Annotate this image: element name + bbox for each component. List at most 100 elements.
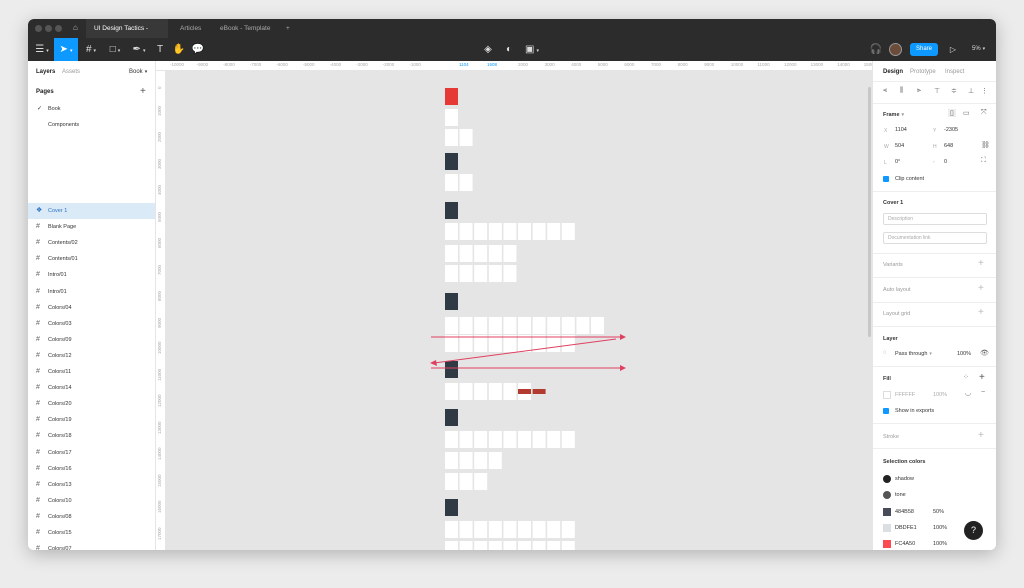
align-bottom-icon[interactable]: ⊥: [968, 87, 974, 95]
layer-item[interactable]: # Colors/07: [28, 541, 155, 550]
page-frame-thumbnail[interactable]: [474, 521, 488, 538]
layer-item[interactable]: # Colors/16: [28, 461, 155, 477]
layer-item[interactable]: # Colors/18: [28, 428, 155, 444]
page-frame-thumbnail[interactable]: [445, 521, 458, 538]
page-frame-thumbnail[interactable]: [459, 223, 473, 240]
add-variant-icon[interactable]: +: [978, 258, 984, 269]
page-frame-thumbnail[interactable]: [503, 335, 517, 352]
distribute-icon[interactable]: ⋮: [981, 87, 988, 95]
color-swatch[interactable]: [883, 491, 891, 500]
align-center-icon[interactable]: ⫼: [900, 87, 903, 95]
layer-item[interactable]: # Blank Page: [28, 219, 155, 235]
page-frame-thumbnail[interactable]: [459, 317, 473, 334]
vertical-scrollbar[interactable]: [868, 87, 871, 337]
add-auto-layout-icon[interactable]: +: [978, 283, 984, 294]
layer-item[interactable]: # Contents/02: [28, 235, 155, 251]
page-frame-thumbnail[interactable]: [474, 452, 488, 469]
page-frame-thumbnail[interactable]: [547, 335, 561, 352]
close-window-button[interactable]: [35, 25, 42, 32]
w-field[interactable]: 504: [895, 143, 904, 149]
page-frame-thumbnail[interactable]: [547, 223, 561, 240]
page-frame-thumbnail[interactable]: [474, 223, 488, 240]
page-frame-thumbnail[interactable]: [445, 88, 458, 105]
page-frame-thumbnail[interactable]: [445, 473, 458, 490]
page-frame-thumbnail[interactable]: [503, 521, 517, 538]
visibility-icon[interactable]: 👁: [980, 349, 989, 357]
page-frame-thumbnail[interactable]: [488, 431, 502, 448]
add-stroke-icon[interactable]: +: [978, 430, 984, 441]
page-frame-thumbnail[interactable]: [488, 265, 502, 282]
rotation-field[interactable]: 0°: [895, 159, 900, 165]
fill-hex-field[interactable]: FFFFFF: [895, 392, 915, 398]
page-frame-thumbnail[interactable]: [576, 317, 590, 334]
page-frame-thumbnail[interactable]: [459, 129, 473, 146]
component-icon[interactable]: ◈: [480, 38, 496, 61]
page-frame-thumbnail[interactable]: [459, 541, 473, 550]
layer-item[interactable]: # Colors/09: [28, 332, 155, 348]
boolean-icon[interactable]: ▣ ▾: [522, 38, 542, 61]
independent-corners-icon[interactable]: ⛶: [981, 157, 986, 165]
page-frame-thumbnail[interactable]: [474, 245, 488, 262]
layer-item[interactable]: # Colors/19: [28, 412, 155, 428]
page-frame-thumbnail[interactable]: [488, 452, 502, 469]
fill-visibility-icon[interactable]: ◡: [965, 389, 971, 397]
page-frame-thumbnail[interactable]: [445, 293, 458, 310]
color-swatch[interactable]: [883, 540, 891, 549]
canvas[interactable]: [166, 71, 872, 550]
page-frame-thumbnail[interactable]: [474, 265, 488, 282]
page-frame-thumbnail[interactable]: [591, 317, 604, 334]
layer-item[interactable]: # Colors/12: [28, 348, 155, 364]
page-frame-thumbnail[interactable]: [445, 265, 458, 282]
move-tool-icon[interactable]: ➤ ▾: [54, 38, 78, 61]
page-frame-thumbnail[interactable]: [474, 317, 488, 334]
layer-item[interactable]: # Colors/20: [28, 396, 155, 412]
page-selector[interactable]: Book ▾: [129, 69, 147, 75]
radius-field[interactable]: 0: [944, 159, 947, 165]
add-fill-icon[interactable]: +: [979, 372, 985, 383]
page-frame-thumbnail[interactable]: [561, 521, 575, 538]
page-frame-thumbnail[interactable]: [445, 129, 458, 146]
page-frame-thumbnail[interactable]: [488, 541, 502, 550]
page-frame-thumbnail[interactable]: [547, 521, 561, 538]
page-frame-thumbnail[interactable]: [459, 521, 473, 538]
page-frame-thumbnail[interactable]: [488, 335, 502, 352]
layer-item[interactable]: ❖ Cover 1: [28, 203, 155, 219]
page-frame-thumbnail[interactable]: [474, 541, 488, 550]
frame-tool-icon[interactable]: # ▾: [80, 38, 102, 61]
page-frame-thumbnail[interactable]: [445, 223, 458, 240]
layer-item[interactable]: # Contents/01: [28, 251, 155, 267]
x-field[interactable]: 1104: [895, 127, 907, 133]
page-frame-thumbnail[interactable]: [532, 223, 546, 240]
minimize-window-button[interactable]: [45, 25, 52, 32]
page-frame-thumbnail[interactable]: [445, 383, 458, 400]
layer-item[interactable]: # Intro/01: [28, 284, 155, 300]
tab-articles[interactable]: Articles: [172, 19, 209, 38]
page-frame-thumbnail[interactable]: [474, 473, 488, 490]
landscape-icon[interactable]: ▭: [963, 109, 970, 117]
page-frame-thumbnail[interactable]: [445, 317, 458, 334]
styles-icon[interactable]: ⁘: [963, 373, 969, 381]
page-frame-thumbnail[interactable]: [445, 452, 458, 469]
page-frame-thumbnail[interactable]: [445, 202, 458, 219]
layer-item[interactable]: # Colors/10: [28, 493, 155, 509]
tab-ui-design-tactics[interactable]: UI Design Tactics - Book×: [86, 19, 168, 51]
add-page-icon[interactable]: +: [140, 86, 146, 97]
page-frame-thumbnail[interactable]: [445, 335, 458, 352]
frame-label[interactable]: Frame ▾: [883, 112, 904, 118]
page-frame-thumbnail[interactable]: [503, 541, 517, 550]
layer-item[interactable]: # Colors/14: [28, 380, 155, 396]
page-frame-thumbnail[interactable]: [445, 409, 458, 426]
text-tool-icon[interactable]: T: [152, 38, 168, 61]
resize-icon[interactable]: ⤧: [981, 109, 987, 117]
page-frame-thumbnail[interactable]: [561, 317, 575, 334]
align-right-icon[interactable]: ⫸: [917, 87, 921, 95]
page-frame-thumbnail[interactable]: [459, 452, 473, 469]
page-frame-thumbnail[interactable]: [532, 541, 546, 550]
shape-tool-icon[interactable]: □ ▾: [104, 38, 126, 61]
layer-item[interactable]: # Colors/11: [28, 364, 155, 380]
page-frame-thumbnail[interactable]: [518, 317, 531, 334]
page-frame-thumbnail[interactable]: [474, 383, 488, 400]
page-frame-thumbnail[interactable]: [488, 317, 502, 334]
page-frame-thumbnail[interactable]: [459, 265, 473, 282]
page-frame-thumbnail[interactable]: [445, 541, 458, 550]
